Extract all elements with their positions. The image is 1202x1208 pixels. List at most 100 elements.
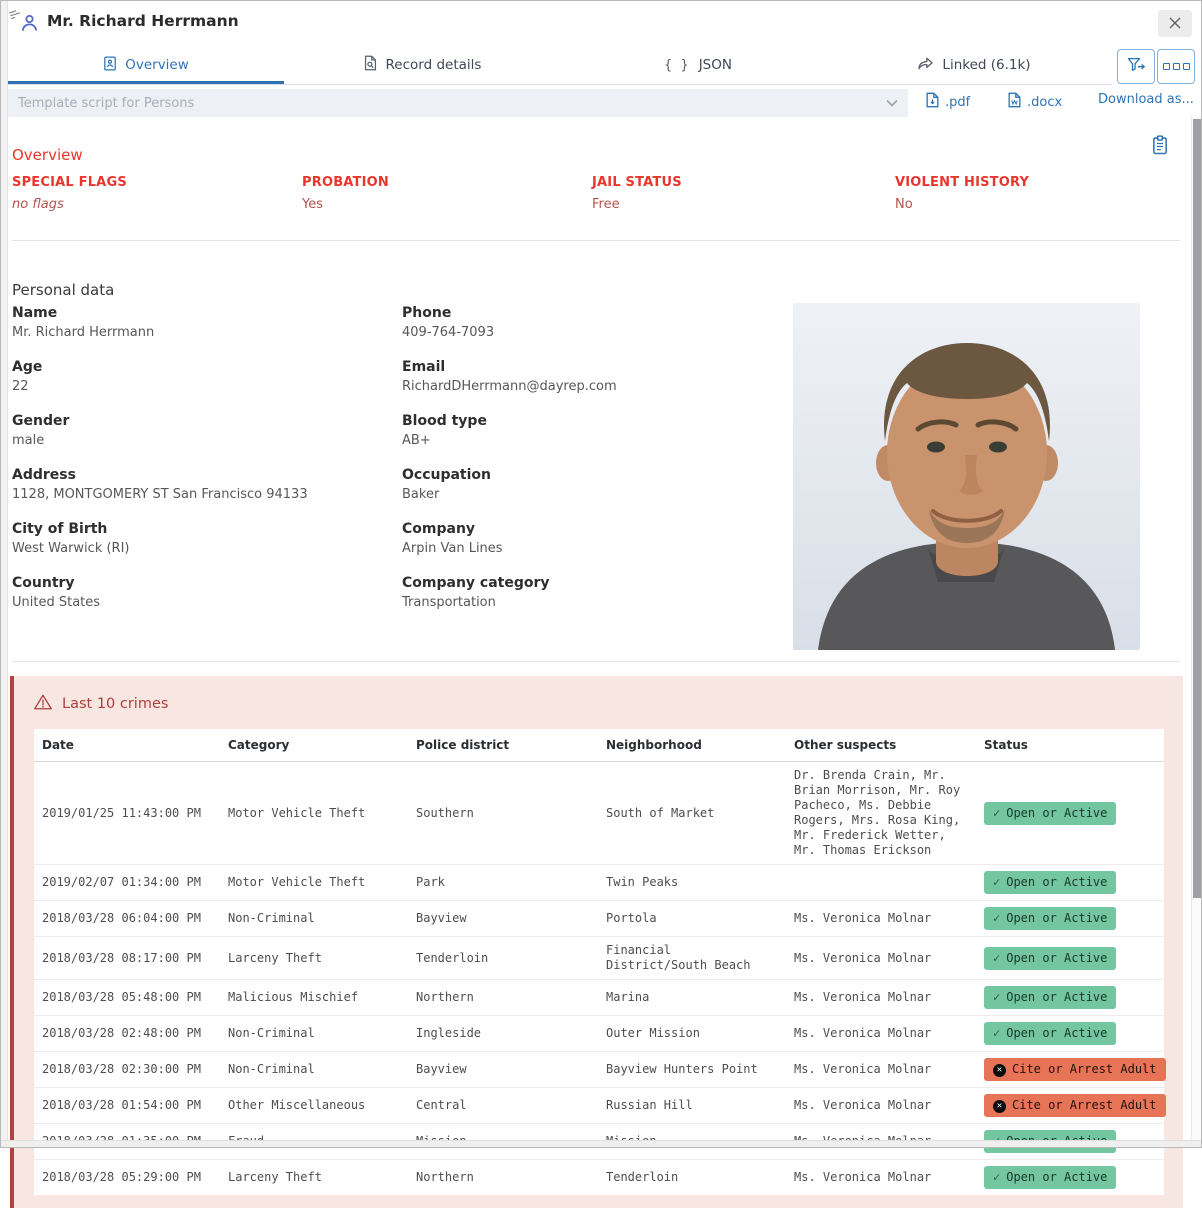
personal-field: Address 1128, MONTGOMERY ST San Francisc…: [12, 467, 392, 502]
tab-label: Linked (6.1k): [942, 57, 1030, 73]
crime-row: 2019/01/25 11:43:00 PM Motor Vehicle The…: [34, 762, 1164, 865]
status-badge: Open or Active: [984, 1022, 1116, 1045]
close-button[interactable]: [1158, 10, 1192, 37]
crime-status-cell: Open or Active: [976, 865, 1164, 901]
page-edge-bottom: [0, 1140, 1202, 1148]
personal-field: Age 22: [12, 359, 392, 394]
flag-label: VIOLENT HISTORY: [895, 175, 1185, 190]
link-share-icon: [917, 56, 934, 75]
tab-json[interactable]: { } JSON: [560, 46, 836, 84]
overview-flag: SPECIAL FLAGS no flags: [12, 175, 302, 212]
crime-row: 2018/03/28 02:48:00 PM Non-Criminal Ingl…: [34, 1016, 1164, 1052]
personal-fields-left: Name Mr. Richard Herrmann Age 22 Gender …: [12, 305, 392, 629]
flag-value: Yes: [302, 197, 592, 212]
crime-category: Larceny Theft: [220, 1160, 408, 1196]
crime-other-suspects: Ms. Veronica Molnar: [786, 1052, 976, 1088]
crime-date: 2018/03/28 02:48:00 PM: [34, 1016, 220, 1052]
copy-to-clipboard-button[interactable]: [1151, 135, 1169, 159]
field-value: AB+: [402, 433, 782, 448]
crime-neighborhood: Portola: [598, 901, 786, 937]
status-badge: Open or Active: [984, 947, 1116, 970]
field-label: Company: [402, 521, 782, 537]
person-icon: [19, 12, 40, 37]
tab-overview[interactable]: Overview: [8, 46, 284, 84]
field-label: Company category: [402, 575, 782, 591]
crime-neighborhood: Twin Peaks: [598, 865, 786, 901]
export-docx-button[interactable]: .docx: [1007, 92, 1062, 112]
status-badge: Open or Active: [984, 986, 1116, 1009]
more-options-button[interactable]: [1157, 49, 1195, 84]
template-script-select[interactable]: Template script for Persons: [8, 89, 908, 117]
crime-row: 2018/03/28 06:04:00 PM Non-Criminal Bayv…: [34, 901, 1164, 937]
tab-label: JSON: [699, 57, 732, 73]
flag-value: no flags: [12, 197, 302, 212]
crime-neighborhood: Financial District/South Beach: [598, 937, 786, 980]
crimes-header-row: Date Category Police district Neighborho…: [34, 729, 1164, 762]
col-header-police-district: Police district: [408, 729, 598, 762]
tab-linked[interactable]: Linked (6.1k): [836, 46, 1112, 84]
crime-category: Motor Vehicle Theft: [220, 762, 408, 865]
status-badge: Open or Active: [984, 907, 1116, 930]
crime-status-cell: Open or Active: [976, 901, 1164, 937]
field-label: City of Birth: [12, 521, 392, 537]
personal-field: Gender male: [12, 413, 392, 448]
crime-neighborhood: Outer Mission: [598, 1016, 786, 1052]
id-card-icon: [103, 56, 117, 75]
crime-category: Other Miscellaneous: [220, 1088, 408, 1124]
tab-record-details[interactable]: Record details: [284, 46, 560, 84]
crime-row: 2018/03/28 05:29:00 PM Larceny Theft Nor…: [34, 1160, 1164, 1196]
status-badge: Open or Active: [984, 1166, 1116, 1189]
col-header-other-suspects: Other suspects: [786, 729, 976, 762]
field-value: 1128, MONTGOMERY ST San Francisco 94133: [12, 487, 392, 502]
download-as-label: Download as...: [1098, 92, 1194, 107]
crime-other-suspects: [786, 865, 976, 901]
docx-label: .docx: [1027, 95, 1062, 110]
filter-export-button[interactable]: [1117, 49, 1155, 84]
col-header-neighborhood: Neighborhood: [598, 729, 786, 762]
crime-neighborhood: South of Market: [598, 762, 786, 865]
crime-status-cell: Cite or Arrest Adult: [976, 1088, 1164, 1124]
flag-label: SPECIAL FLAGS: [12, 175, 302, 190]
page-title: Mr. Richard Herrmann: [47, 12, 239, 30]
scrollbar-thumb[interactable]: [1193, 119, 1201, 898]
crime-row: 2019/02/07 01:34:00 PM Motor Vehicle The…: [34, 865, 1164, 901]
crime-police-district: Tenderloin: [408, 937, 598, 980]
crime-row: 2018/03/28 08:17:00 PM Larceny Theft Ten…: [34, 937, 1164, 980]
ellipsis-icon: [1163, 63, 1170, 70]
crime-other-suspects: Ms. Veronica Molnar: [786, 1016, 976, 1052]
crime-neighborhood: Russian Hill: [598, 1088, 786, 1124]
crime-row: 2018/03/28 05:48:00 PM Malicious Mischie…: [34, 980, 1164, 1016]
crimes-section-title: Last 10 crimes: [34, 694, 1183, 714]
crime-category: Larceny Theft: [220, 937, 408, 980]
personal-field: Occupation Baker: [402, 467, 782, 502]
overview-flags: SPECIAL FLAGS no flags PROBATION Yes JAI…: [12, 175, 1185, 212]
overview-flag: VIOLENT HISTORY No: [895, 175, 1185, 212]
field-label: Phone: [402, 305, 782, 321]
page-edge-left: [0, 0, 8, 1148]
download-as-link[interactable]: Download as...: [1098, 92, 1194, 107]
field-value: West Warwick (RI): [12, 541, 392, 556]
crime-neighborhood: Marina: [598, 980, 786, 1016]
field-label: Address: [12, 467, 392, 483]
crime-other-suspects: Ms. Veronica Molnar: [786, 937, 976, 980]
crime-neighborhood: Bayview Hunters Point: [598, 1052, 786, 1088]
status-badge: Cite or Arrest Adult: [984, 1094, 1166, 1117]
crime-other-suspects: Ms. Veronica Molnar: [786, 980, 976, 1016]
crime-row: 2018/03/28 02:30:00 PM Non-Criminal Bayv…: [34, 1052, 1164, 1088]
crime-police-district: Park: [408, 865, 598, 901]
tab-label: Record details: [386, 57, 482, 73]
crime-date: 2018/03/28 05:48:00 PM: [34, 980, 220, 1016]
field-label: Email: [402, 359, 782, 375]
personal-field: City of Birth West Warwick (RI): [12, 521, 392, 556]
close-icon: [1169, 14, 1181, 33]
export-pdf-button[interactable]: .pdf: [925, 92, 970, 112]
pdf-label: .pdf: [945, 95, 970, 110]
crimes-title-label: Last 10 crimes: [62, 696, 168, 712]
crime-status-cell: Open or Active: [976, 937, 1164, 980]
crime-status-cell: Open or Active: [976, 980, 1164, 1016]
personal-field: Phone 409-764-7093: [402, 305, 782, 340]
crime-category: Motor Vehicle Theft: [220, 865, 408, 901]
personal-data-section-title: Personal data: [12, 281, 114, 299]
crime-police-district: Ingleside: [408, 1016, 598, 1052]
personal-field: Blood type AB+: [402, 413, 782, 448]
